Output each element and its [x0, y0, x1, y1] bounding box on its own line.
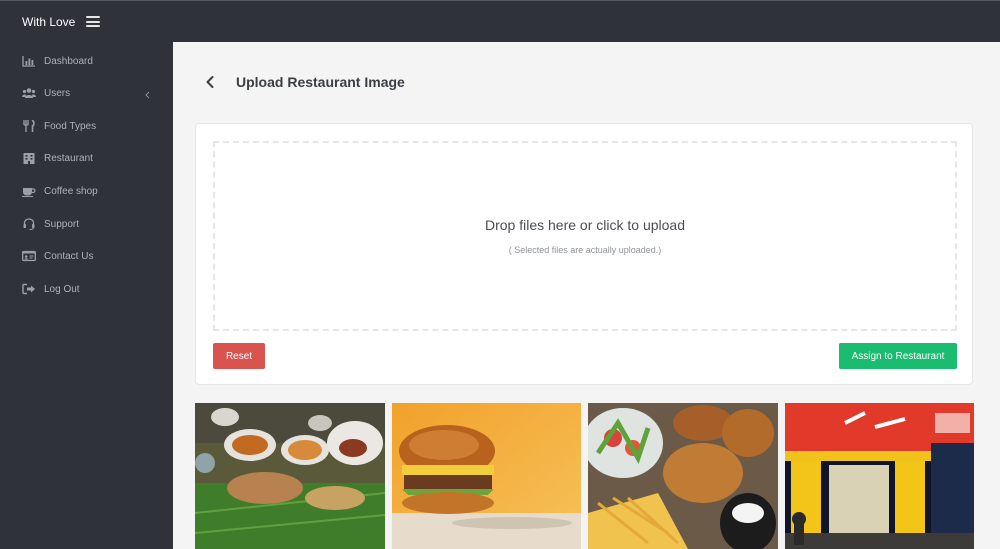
headset-icon — [21, 217, 36, 230]
gallery-image-burger[interactable] — [392, 403, 581, 549]
gallery-image-fast-food-platter[interactable] — [588, 403, 778, 549]
id-card-icon — [21, 249, 36, 262]
sidebar-item-restaurant[interactable]: Restaurant — [0, 145, 173, 171]
sidebar-item-log-out[interactable]: Log Out — [0, 276, 173, 302]
sidebar-item-label: Support — [44, 218, 80, 230]
utensils-icon — [21, 119, 36, 132]
upload-card: Drop files here or click to upload ( Sel… — [195, 123, 973, 385]
sidebar-item-label: Users — [44, 87, 71, 99]
building-icon — [21, 151, 36, 164]
coffee-icon — [21, 184, 36, 197]
sidebar-item-label: Coffee shop — [44, 185, 98, 197]
sidebar-item-support[interactable]: Support — [0, 211, 173, 237]
brand-logo-text[interactable]: With Love — [22, 15, 75, 29]
sidebar-item-label: Restaurant — [44, 152, 93, 164]
sidebar-item-food-types[interactable]: Food Types — [0, 113, 173, 139]
sidebar-item-coffee-shop[interactable]: Coffee shop — [0, 178, 173, 204]
chart-icon — [21, 54, 36, 67]
page-header: Upload Restaurant Image — [173, 42, 1000, 118]
sidebar-item-label: Dashboard — [44, 55, 93, 67]
assign-to-restaurant-button[interactable]: Assign to Restaurant — [839, 343, 957, 369]
reset-button[interactable]: Reset — [213, 343, 265, 369]
gallery-image-thali-meal[interactable] — [195, 403, 385, 549]
gallery-image-pizza-storefront[interactable] — [785, 403, 974, 549]
back-arrow-icon[interactable] — [203, 74, 217, 90]
file-dropzone[interactable]: Drop files here or click to upload ( Sel… — [213, 141, 957, 331]
sidebar-item-dashboard[interactable]: Dashboard — [0, 48, 173, 74]
chevron-left-icon — [143, 87, 153, 99]
main-content: Upload Restaurant Image Drop files here … — [173, 42, 1000, 549]
dropzone-subtitle: ( Selected files are actually uploaded.) — [508, 245, 662, 255]
sidebar-item-label: Contact Us — [44, 250, 94, 262]
hamburger-menu-icon[interactable] — [86, 16, 100, 27]
top-navbar: With Love — [0, 0, 1000, 42]
sidebar-item-label: Food Types — [44, 120, 97, 132]
sidebar: Dashboard Users Food Types Restaurant Co… — [0, 42, 173, 549]
sidebar-item-users[interactable]: Users — [0, 80, 173, 106]
dropzone-title: Drop files here or click to upload — [485, 217, 685, 233]
sidebar-item-label: Log Out — [44, 283, 80, 295]
page-title: Upload Restaurant Image — [236, 74, 405, 90]
sidebar-item-contact-us[interactable]: Contact Us — [0, 243, 173, 269]
sign-out-icon — [21, 282, 36, 295]
users-icon — [21, 86, 36, 99]
